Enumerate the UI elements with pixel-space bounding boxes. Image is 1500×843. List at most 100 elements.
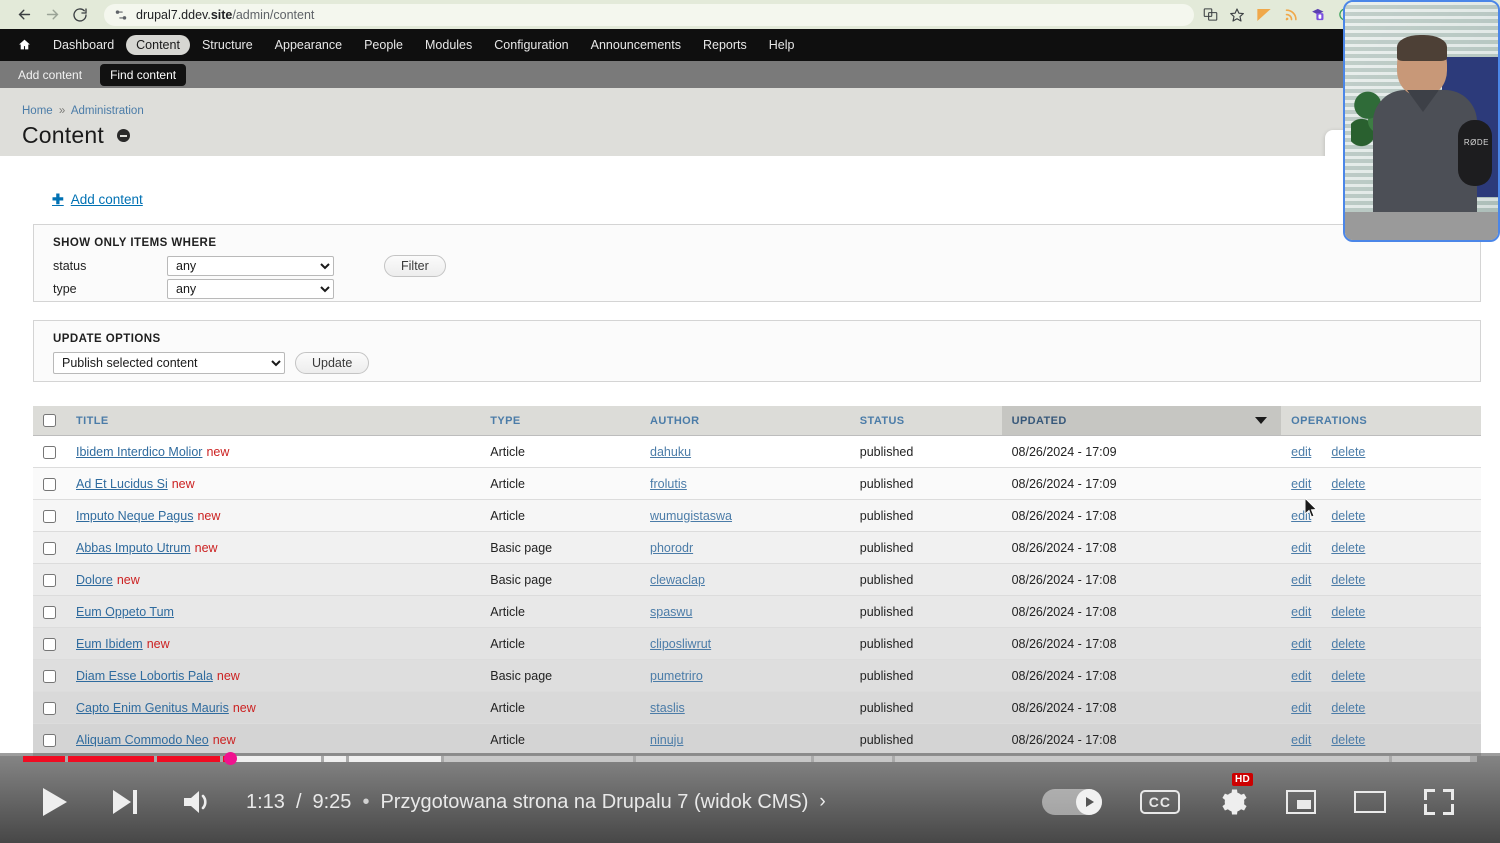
update-button[interactable]: Update xyxy=(295,352,370,374)
site-settings-icon[interactable] xyxy=(114,8,128,22)
breadcrumb-item-home[interactable]: Home xyxy=(22,105,53,117)
row-author-link[interactable]: phorodr xyxy=(650,541,693,555)
toolbar-item-help[interactable]: Help xyxy=(759,35,805,55)
row-title-link[interactable]: Eum Oppeto Tum xyxy=(76,605,174,619)
subtoolbar-item-find-content[interactable]: Find content xyxy=(100,63,187,86)
delete-link[interactable]: delete xyxy=(1331,477,1365,491)
toolbar-item-announcements[interactable]: Announcements xyxy=(581,35,691,55)
type-select[interactable]: anyArticleBasic page xyxy=(167,279,334,299)
closed-captions-button[interactable]: CC xyxy=(1139,790,1180,814)
toolbar-item-structure[interactable]: Structure xyxy=(192,35,263,55)
row-title-link[interactable]: Dolore xyxy=(76,573,113,587)
translate-icon[interactable] xyxy=(1200,5,1220,25)
delete-link[interactable]: delete xyxy=(1331,509,1365,523)
row-author-link[interactable]: pumetriro xyxy=(650,669,703,683)
edit-link[interactable]: edit xyxy=(1291,541,1311,555)
row-checkbox[interactable] xyxy=(43,733,56,747)
edit-link[interactable]: edit xyxy=(1291,669,1311,683)
edit-link[interactable]: edit xyxy=(1291,637,1311,651)
chapter-segment[interactable] xyxy=(636,756,811,762)
chapter-segment[interactable] xyxy=(223,756,321,762)
edit-link[interactable]: edit xyxy=(1291,701,1311,715)
update-action-select[interactable]: Publish selected contentUnpublish select… xyxy=(53,352,285,374)
row-checkbox[interactable] xyxy=(43,701,56,715)
chapter-segment[interactable] xyxy=(444,756,633,762)
chapter-segment[interactable] xyxy=(324,756,346,762)
row-author-link[interactable]: spaswu xyxy=(650,605,692,619)
collapse-toggle-icon[interactable] xyxy=(116,129,130,142)
toolbar-item-configuration[interactable]: Configuration xyxy=(484,35,578,55)
delete-link[interactable]: delete xyxy=(1331,637,1365,651)
autoplay-toggle[interactable] xyxy=(1041,789,1102,815)
row-checkbox[interactable] xyxy=(43,541,56,555)
bookmark-star-icon[interactable] xyxy=(1227,5,1247,25)
play-icon[interactable] xyxy=(40,786,70,818)
mail-extension-icon[interactable] xyxy=(1254,5,1274,25)
row-title-link[interactable]: Aliquam Commodo Neo xyxy=(76,733,209,747)
column-header-status[interactable]: STATUS xyxy=(849,406,1002,436)
home-icon[interactable] xyxy=(18,38,31,53)
delete-link[interactable]: delete xyxy=(1331,605,1365,619)
row-author-link[interactable]: staslis xyxy=(650,701,685,715)
toolbar-item-content[interactable]: Content xyxy=(126,35,190,55)
row-title-link[interactable]: Diam Esse Lobortis Pala xyxy=(76,669,213,683)
stack-extension-icon[interactable] xyxy=(1308,5,1328,25)
column-header-author[interactable]: AUTHOR xyxy=(640,406,850,436)
volume-icon[interactable] xyxy=(182,788,214,816)
row-author-link[interactable]: ninuju xyxy=(650,733,683,747)
row-title-link[interactable]: Abbas Imputo Utrum xyxy=(76,541,191,555)
delete-link[interactable]: delete xyxy=(1331,669,1365,683)
chevron-right-icon[interactable]: › xyxy=(819,791,825,813)
filter-button[interactable]: Filter xyxy=(384,255,446,277)
row-title-link[interactable]: Capto Enim Genitus Mauris xyxy=(76,701,229,715)
row-checkbox[interactable] xyxy=(43,605,56,619)
fullscreen-icon[interactable] xyxy=(1424,789,1454,815)
column-header-type[interactable]: TYPE xyxy=(480,406,641,436)
address-bar[interactable]: drupal7.ddev.site/admin/content xyxy=(104,3,1194,26)
gear-icon[interactable]: HD xyxy=(1218,773,1254,817)
status-select[interactable]: anypublishednot published xyxy=(167,256,334,276)
row-author-link[interactable]: frolutis xyxy=(650,477,687,491)
delete-link[interactable]: delete xyxy=(1331,733,1365,747)
row-checkbox[interactable] xyxy=(43,477,56,491)
row-title-link[interactable]: Ad Et Lucidus Si xyxy=(76,477,168,491)
progress-bar[interactable] xyxy=(23,752,1477,765)
row-checkbox[interactable] xyxy=(43,573,56,587)
progress-scrubber[interactable] xyxy=(224,752,237,765)
chapter-segment[interactable] xyxy=(23,756,65,762)
row-author-link[interactable]: wumugistaswa xyxy=(650,509,732,523)
delete-link[interactable]: delete xyxy=(1331,541,1365,555)
chapter-segment[interactable] xyxy=(157,756,220,762)
edit-link[interactable]: edit xyxy=(1291,605,1311,619)
chapter-segment[interactable] xyxy=(1392,756,1470,762)
row-author-link[interactable]: clewaclap xyxy=(650,573,705,587)
row-checkbox[interactable] xyxy=(43,669,56,683)
toolbar-item-modules[interactable]: Modules xyxy=(415,35,482,55)
back-arrow-icon[interactable] xyxy=(10,1,38,29)
row-author-link[interactable]: dahuku xyxy=(650,445,691,459)
add-content-link[interactable]: ✚ Add content xyxy=(52,191,143,208)
edit-link[interactable]: edit xyxy=(1291,573,1311,587)
edit-link[interactable]: edit xyxy=(1291,477,1311,491)
row-title-link[interactable]: Imputo Neque Pagus xyxy=(76,509,193,523)
chapter-segment[interactable] xyxy=(68,756,154,762)
theater-mode-icon[interactable] xyxy=(1354,791,1386,813)
chapter-segment[interactable] xyxy=(814,756,892,762)
toolbar-item-people[interactable]: People xyxy=(354,35,413,55)
delete-link[interactable]: delete xyxy=(1331,701,1365,715)
reload-icon[interactable] xyxy=(66,1,94,29)
row-checkbox[interactable] xyxy=(43,509,56,523)
chapter-segment[interactable] xyxy=(895,756,1389,762)
chapter-title[interactable]: Przygotowana strona na Drupalu 7 (widok … xyxy=(380,791,808,814)
select-all-checkbox[interactable] xyxy=(43,414,56,427)
edit-link[interactable]: edit xyxy=(1291,733,1311,747)
next-video-icon[interactable] xyxy=(110,788,140,816)
miniplayer-icon[interactable] xyxy=(1286,790,1316,814)
column-header-updated[interactable]: UPDATED xyxy=(1001,406,1282,436)
toolbar-item-reports[interactable]: Reports xyxy=(693,35,757,55)
column-header-title[interactable]: TITLE xyxy=(66,406,481,436)
row-title-link[interactable]: Eum Ibidem xyxy=(76,637,143,651)
delete-link[interactable]: delete xyxy=(1331,573,1365,587)
edit-link[interactable]: edit xyxy=(1291,445,1311,459)
row-title-link[interactable]: Ibidem Interdico Molior xyxy=(76,445,202,459)
